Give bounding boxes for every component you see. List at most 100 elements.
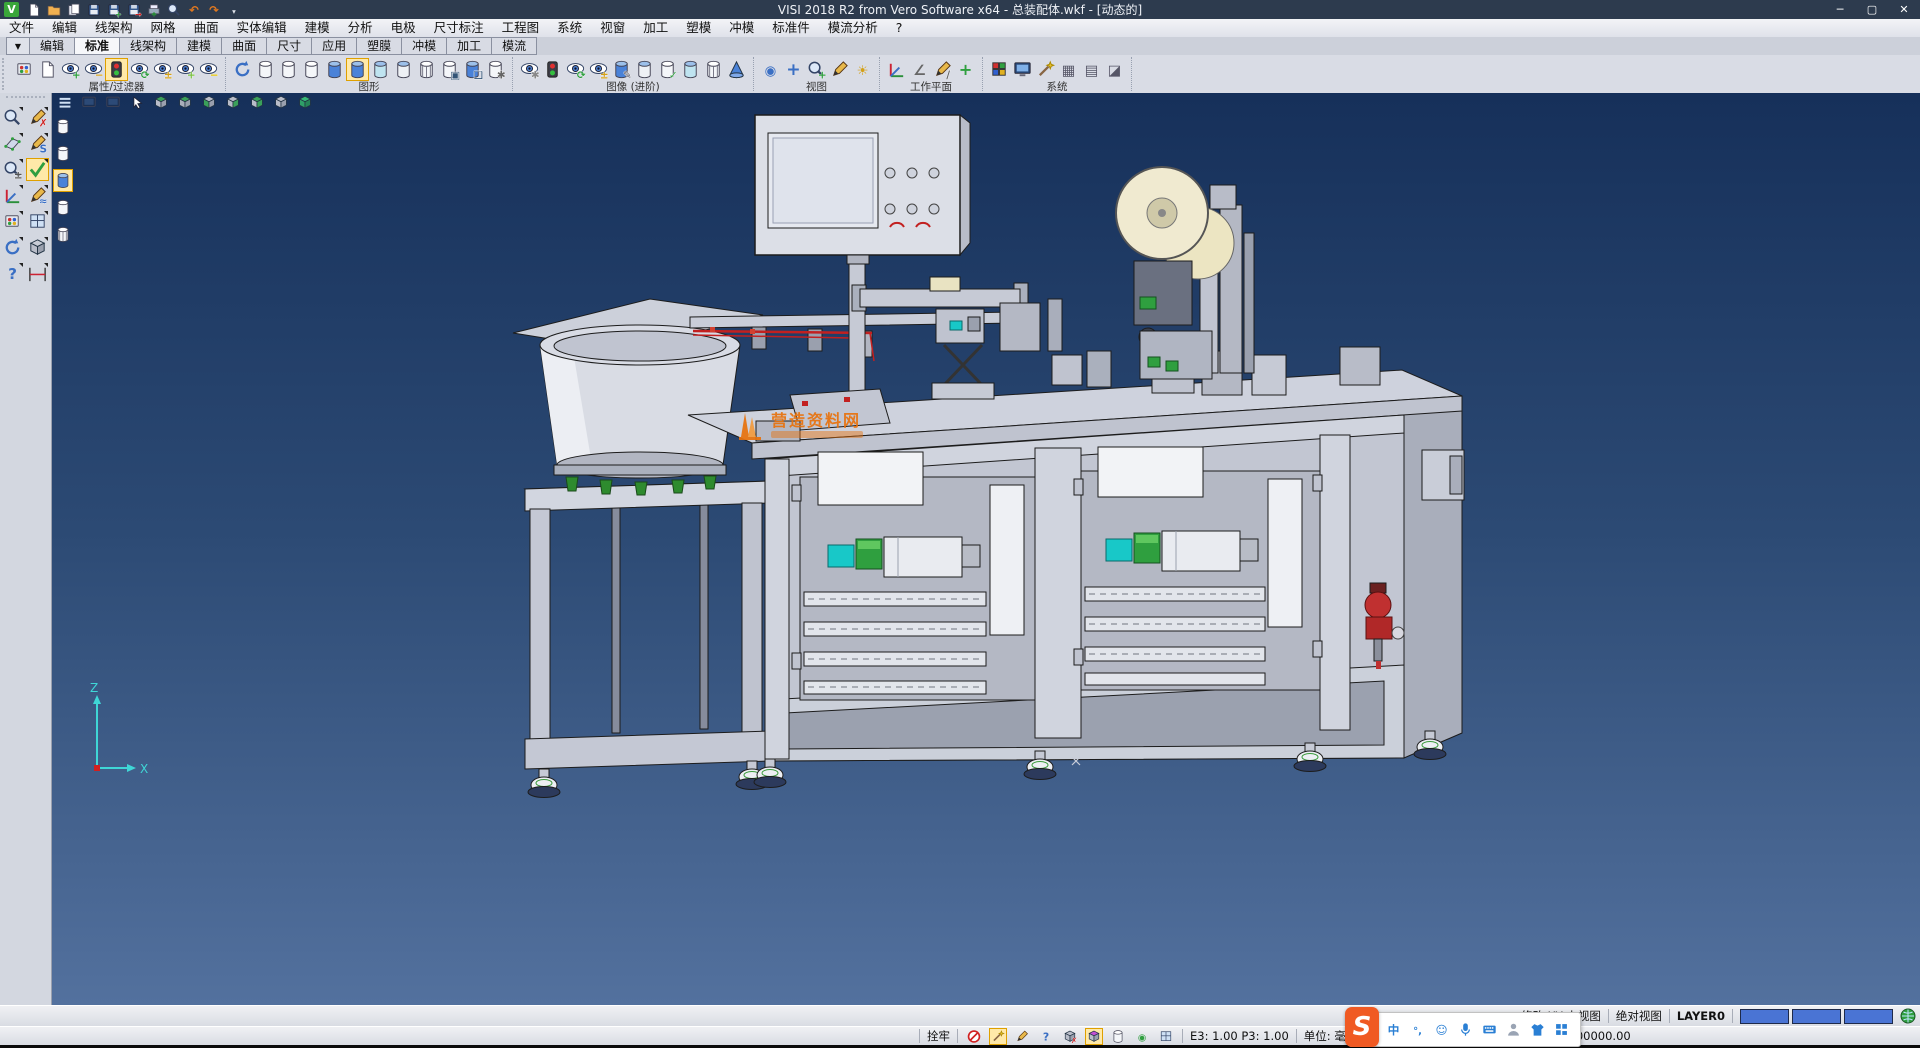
solid-cube-icon[interactable]: [26, 236, 49, 259]
system-table-icon[interactable]: ▤: [1080, 58, 1103, 81]
confirm-check-icon[interactable]: [26, 158, 49, 181]
ime-mic-icon[interactable]: [1456, 1020, 1475, 1039]
ime-lang-icon[interactable]: 中: [1384, 1020, 1403, 1039]
toolbar-tab-曲面[interactable]: 曲面: [221, 37, 267, 55]
ime-skin-icon[interactable]: [1528, 1020, 1547, 1039]
system-shade-icon[interactable]: ◪: [1103, 58, 1126, 81]
surface-plane-icon[interactable]: [1, 132, 24, 155]
attribute-paint-icon[interactable]: [13, 58, 36, 81]
menu-item-文件[interactable]: 文件: [0, 19, 43, 37]
screen-display-icon[interactable]: [78, 93, 100, 112]
dock-drag-handle[interactable]: [6, 96, 45, 103]
menu-item-实体编辑[interactable]: 实体编辑: [228, 19, 296, 37]
show-all-icon[interactable]: +: [174, 58, 197, 81]
refresh-visibility-icon[interactable]: ⟳: [128, 58, 151, 81]
window-layout-icon[interactable]: [26, 210, 49, 233]
ime-keyboard-icon[interactable]: [1480, 1020, 1499, 1039]
toggle-visibility-icon[interactable]: ±: [151, 58, 174, 81]
world-snap-icon[interactable]: ◉: [1133, 1028, 1151, 1045]
view-cube-bottom-icon[interactable]: [270, 93, 292, 112]
save-as-icon[interactable]: +: [105, 1, 123, 19]
system-tools-icon[interactable]: [1034, 58, 1057, 81]
advanced-refresh-icon[interactable]: ⟳: [564, 58, 587, 81]
view-cube-ne-icon[interactable]: [198, 93, 220, 112]
menu-item-线架构[interactable]: 线架构: [86, 19, 142, 37]
curve-edit-icon[interactable]: ≈: [26, 184, 49, 207]
display-mesh-icon[interactable]: [53, 223, 73, 246]
view-cube-nw-icon[interactable]: [222, 93, 244, 112]
edit-delete-icon[interactable]: ✗: [26, 106, 49, 129]
menu-item-尺寸标注[interactable]: 尺寸标注: [425, 19, 493, 37]
verify-display-icon[interactable]: ✓: [656, 58, 679, 81]
hide-entities-icon[interactable]: −: [82, 58, 105, 81]
display-flat-icon[interactable]: [53, 196, 73, 219]
measure-distance-icon[interactable]: [26, 262, 49, 285]
selection-filter-icon[interactable]: [105, 58, 128, 81]
dropdown-arrow-icon[interactable]: [19, 107, 23, 111]
system-colors-icon[interactable]: [988, 58, 1011, 81]
view-cube-sw-icon[interactable]: [150, 93, 172, 112]
close-button[interactable]: ✕: [1888, 0, 1920, 19]
flat-display-icon[interactable]: [392, 58, 415, 81]
system-grid-icon[interactable]: ▦: [1057, 58, 1080, 81]
shaded-edges-display-icon[interactable]: [346, 58, 369, 81]
advanced-filter-icon[interactable]: [541, 58, 564, 81]
sketch-view-icon[interactable]: [828, 58, 851, 81]
absolute-view-label[interactable]: 绝对视图: [1616, 1008, 1662, 1024]
ime-punct-icon[interactable]: °,: [1408, 1020, 1427, 1039]
display-hidden-icon[interactable]: [53, 142, 73, 165]
workplane-edit-icon[interactable]: /: [931, 58, 954, 81]
menu-item-塑模[interactable]: 塑模: [677, 19, 720, 37]
shade-view-icon[interactable]: ☀: [851, 58, 874, 81]
workplane-add-icon[interactable]: +: [954, 58, 977, 81]
dropdown-arrow-icon[interactable]: [44, 185, 48, 189]
edit-shading-icon[interactable]: ✎: [610, 58, 633, 81]
tab-dropdown-button[interactable]: ▼: [6, 37, 30, 55]
translucent-icon[interactable]: [679, 58, 702, 81]
new-file-icon[interactable]: [25, 1, 43, 19]
sogou-logo-icon[interactable]: S: [1345, 1007, 1379, 1047]
print-icon[interactable]: [145, 1, 163, 19]
copy-display-icon[interactable]: ❏: [461, 58, 484, 81]
pick-tool-icon[interactable]: [1013, 1028, 1031, 1045]
ghost-display-icon[interactable]: [633, 58, 656, 81]
display-wireframe-icon[interactable]: [53, 115, 73, 138]
zoom-view-icon[interactable]: +: [805, 58, 828, 81]
dropdown-arrow-icon[interactable]: [44, 211, 48, 215]
open-file-icon[interactable]: [45, 1, 63, 19]
menu-item-工程图[interactable]: 工程图: [493, 19, 549, 37]
attribute-page-icon[interactable]: [36, 58, 59, 81]
globe-status-icon[interactable]: [1900, 1008, 1916, 1024]
menu-item-?[interactable]: ?: [887, 19, 912, 37]
display-shaded-icon[interactable]: [53, 169, 73, 192]
lock-label[interactable]: 拴牢: [927, 1028, 950, 1044]
bowl-feeder[interactable]: [513, 299, 763, 495]
menu-item-建模[interactable]: 建模: [296, 19, 339, 37]
shaded-display-icon[interactable]: [323, 58, 346, 81]
hide-all-icon[interactable]: −: [197, 58, 220, 81]
dropdown-arrow-icon[interactable]: [44, 237, 48, 241]
save-icon[interactable]: [85, 1, 103, 19]
toolbar-tab-塑膜[interactable]: 塑膜: [356, 37, 402, 55]
context-help-icon[interactable]: ?: [1037, 1028, 1055, 1045]
redo-icon[interactable]: ↷: [205, 1, 223, 19]
export-icon[interactable]: →: [125, 1, 143, 19]
undo-icon[interactable]: ↶: [185, 1, 203, 19]
cabinet-right-door[interactable]: [1081, 447, 1320, 690]
regen-display-icon[interactable]: [231, 58, 254, 81]
display-settings-icon[interactable]: ✱: [484, 58, 507, 81]
toolbar-tab-模流[interactable]: 模流: [491, 37, 537, 55]
active-layer-label[interactable]: LAYER0: [1677, 1009, 1725, 1023]
customize-toolbar-icon[interactable]: ▾: [225, 1, 243, 19]
dropdown-arrow-icon[interactable]: [19, 211, 23, 215]
menu-item-标准件[interactable]: 标准件: [763, 19, 819, 37]
attributes-palette-icon[interactable]: [1, 210, 24, 233]
advanced-toggle-icon[interactable]: ±: [587, 58, 610, 81]
screen-alt-icon[interactable]: [102, 93, 124, 112]
ime-person-icon[interactable]: [1504, 1020, 1523, 1039]
toolbar-tab-尺寸[interactable]: 尺寸: [266, 37, 312, 55]
solid-mode-icon[interactable]: [1085, 1028, 1103, 1045]
menu-item-加工[interactable]: 加工: [634, 19, 677, 37]
hiddenline-display-icon[interactable]: [277, 58, 300, 81]
snap-disable-icon[interactable]: [965, 1028, 983, 1045]
